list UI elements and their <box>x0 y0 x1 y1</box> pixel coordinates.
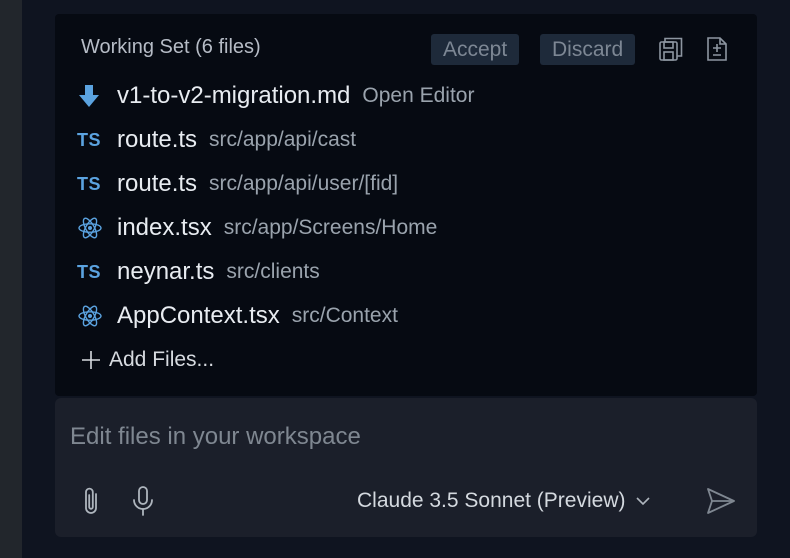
file-path: Open Editor <box>362 84 475 107</box>
file-path: src/app/api/user/[fid] <box>209 172 399 195</box>
paperclip-icon[interactable] <box>77 484 107 518</box>
plus-icon <box>82 351 100 369</box>
file-name: route.ts <box>117 126 198 153</box>
download-arrow-icon <box>77 81 107 111</box>
working-set-header: Working Set (6 files) Accept Discard <box>81 33 731 65</box>
model-label: Claude 3.5 Sonnet (Preview) <box>357 489 626 512</box>
file-row-neynar[interactable]: TS neynar.ts src/clients <box>77 250 737 294</box>
file-name: index.tsx <box>117 214 212 241</box>
microphone-icon[interactable] <box>128 484 158 518</box>
file-name: AppContext.tsx <box>117 302 280 329</box>
discard-button[interactable]: Discard <box>540 34 636 65</box>
file-row-route-cast[interactable]: TS route.ts src/app/api/cast <box>77 118 737 162</box>
chat-input-panel: Claude 3.5 Sonnet (Preview) <box>55 398 757 537</box>
file-row-appcontext[interactable]: AppContext.tsx src/Context <box>77 294 737 338</box>
file-path: src/app/Screens/Home <box>223 216 438 239</box>
react-icon <box>77 301 107 331</box>
react-icon <box>77 213 107 243</box>
chevron-down-icon <box>636 497 651 506</box>
accept-button[interactable]: Accept <box>431 34 520 65</box>
chat-input[interactable] <box>68 418 672 456</box>
add-files-label: Add Files... <box>109 348 215 371</box>
typescript-icon: TS <box>77 129 102 150</box>
typescript-icon: TS <box>77 173 102 194</box>
typescript-icon: TS <box>77 261 102 282</box>
file-row-index[interactable]: index.tsx src/app/Screens/Home <box>77 206 737 250</box>
add-files-button[interactable]: Add Files... <box>81 345 214 375</box>
save-all-icon[interactable] <box>657 35 685 63</box>
file-path: src/app/api/cast <box>209 128 357 151</box>
file-row-route-user[interactable]: TS route.ts src/app/api/user/[fid] <box>77 162 737 206</box>
diff-file-icon[interactable] <box>703 35 731 63</box>
file-path: src/clients <box>226 260 320 283</box>
left-edge-strip <box>0 0 22 558</box>
file-path: src/Context <box>291 304 398 327</box>
working-set-title: Working Set (6 files) <box>81 36 261 58</box>
file-name: neynar.ts <box>117 258 215 285</box>
file-row-migration[interactable]: v1-to-v2-migration.md Open Editor <box>77 74 737 118</box>
file-name: v1-to-v2-migration.md <box>117 82 351 109</box>
working-set-panel: Working Set (6 files) Accept Discard v1- <box>55 14 757 396</box>
working-set-file-list: v1-to-v2-migration.md Open Editor TS rou… <box>77 74 737 338</box>
file-name: route.ts <box>117 170 198 197</box>
model-picker[interactable]: Claude 3.5 Sonnet (Preview) <box>357 486 651 516</box>
send-icon[interactable] <box>705 486 737 516</box>
